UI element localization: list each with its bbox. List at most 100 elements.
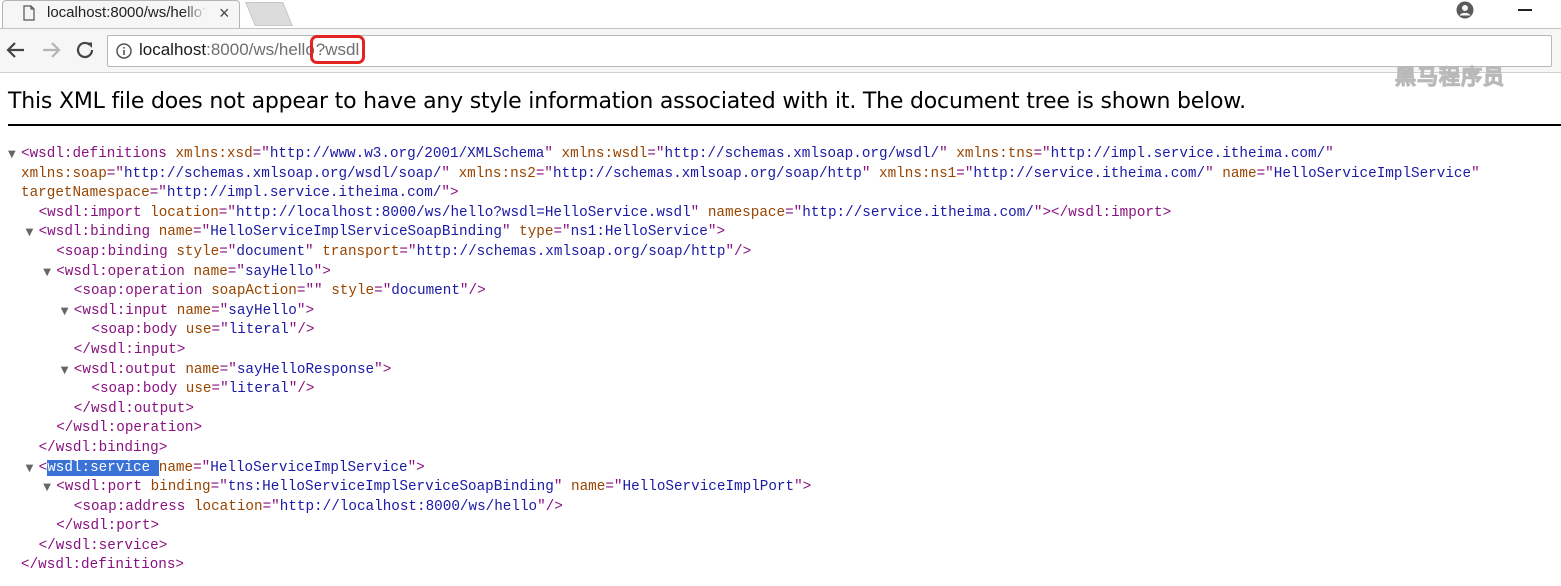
xml-token: <wsdl:operation — [56, 263, 185, 280]
xml-line: <soap:body use="literal"/> — [0, 380, 1561, 400]
xml-token: =" — [219, 243, 237, 260]
collapse-toggle-icon[interactable]: ▼ — [43, 478, 51, 498]
url-path: :8000/ws/hello — [206, 40, 315, 59]
xml-line-text: </wsdl:definitions> — [21, 556, 184, 576]
xml-token: =" — [605, 479, 623, 496]
xml-token: </wsdl:output> — [73, 400, 194, 417]
xml-token: " — [1471, 165, 1480, 182]
xml-token: name — [1213, 165, 1257, 182]
xml-token: name — [176, 361, 220, 378]
xml-line: ▼ <wsdl:port binding="tns:HelloServiceImp… — [0, 478, 1561, 498]
collapse-toggle-icon[interactable]: ▼ — [61, 302, 69, 322]
xml-token: xmlns:xsd — [166, 146, 253, 162]
xml-token: namespace — [699, 204, 786, 221]
xml-token: name — [158, 459, 194, 476]
xml-token: </wsdl:definitions> — [21, 557, 185, 574]
xml-line: <wsdl:import location="http://localhost:… — [0, 204, 1561, 224]
xml-token: =" — [956, 165, 974, 182]
xml-line-text: <soap:body use="literal"/> — [91, 380, 314, 400]
collapse-toggle-icon[interactable]: ▼ — [26, 459, 34, 479]
xml-line: <soap:binding style="document" transport… — [0, 243, 1561, 263]
xml-line-text: <wsdl:binding name="HelloServiceImplServ… — [39, 223, 725, 243]
xml-token: =" — [785, 204, 803, 221]
xml-line: ▼ <wsdl:binding name="HelloServiceImplSer… — [0, 223, 1561, 243]
collapse-toggle-icon[interactable]: ▼ — [43, 263, 51, 283]
xml-token: http://impl.service.itheima.com/ — [166, 185, 442, 202]
address-bar[interactable]: localhost:8000/ws/hello?wsdl — [107, 35, 1552, 67]
xml-token: "> — [441, 185, 459, 202]
xml-token: location — [141, 204, 219, 221]
xml-token: style — [167, 243, 220, 260]
xml-token: document — [391, 283, 460, 300]
forward-arrow-icon[interactable] — [40, 39, 62, 61]
xml-line: ▼ <wsdl:service name="HelloServiceImplSer… — [0, 459, 1561, 479]
collapse-toggle-icon[interactable]: ▼ — [8, 145, 16, 165]
xml-token: =" — [535, 165, 553, 182]
xml-line-text: </wsdl:binding> — [39, 439, 168, 459]
collapse-toggle-icon[interactable]: ▼ — [26, 223, 34, 243]
xml-line-text: <wsdl:output name="sayHelloResponse"> — [74, 361, 392, 381]
divider — [8, 124, 1561, 126]
xml-token: <soap:address — [73, 498, 186, 515]
xml-token: xmlns:wsdl — [552, 146, 648, 162]
xml-line: xmlns:soap="http://schemas.xmlsoap.org/w… — [0, 165, 1561, 185]
xml-token: <wsdl:port — [56, 479, 142, 496]
info-icon[interactable] — [116, 43, 132, 59]
xml-line: </wsdl:binding> — [0, 439, 1561, 459]
xml-token: "> — [296, 302, 315, 319]
minimize-icon[interactable] — [1518, 9, 1532, 11]
new-tab-icon[interactable] — [245, 2, 293, 26]
xml-token: xmlns:soap — [21, 165, 107, 182]
xml-token: "> — [794, 479, 812, 496]
xml-line-text: <soap:operation soapAction="" style="doc… — [74, 282, 486, 302]
xml-token: </wsdl:port> — [56, 518, 160, 535]
xml-token: =" — [193, 224, 211, 241]
xml-token: http://localhost:8000/ws/hello?wsdl=Hell… — [235, 204, 691, 221]
collapse-toggle-icon[interactable]: ▼ — [61, 361, 69, 381]
xml-token: http://schemas.xmlsoap.org/soap/http — [552, 165, 862, 182]
xml-line: </wsdl:operation> — [0, 419, 1561, 439]
xml-line-text: <wsdl:definitions xmlns:xsd="http://www.… — [21, 145, 1334, 165]
xml-token: " — [939, 146, 948, 162]
xml-token: ns1:HelloService — [570, 224, 708, 241]
xml-token: use — [177, 381, 212, 398]
xml-token: " — [690, 204, 700, 221]
back-arrow-icon[interactable] — [5, 39, 27, 61]
browser-tab[interactable]: localhost:8000/ws/hello?wsdl × — [2, 0, 240, 28]
xml-token: =" — [1256, 165, 1274, 182]
profile-icon[interactable] — [1456, 1, 1474, 19]
url-text[interactable]: localhost:8000/ws/hello?wsdl — [139, 35, 366, 64]
xml-token: xmlns:ns2 — [450, 165, 536, 182]
xml-token: =" — [553, 224, 571, 241]
xml-line: </wsdl:input> — [0, 341, 1561, 361]
xml-token: xmlns:tns — [947, 146, 1034, 162]
xml-token: literal — [228, 381, 289, 398]
xml-token: <soap:binding — [56, 243, 168, 260]
xml-token: "> — [313, 263, 331, 280]
url-host: localhost — [139, 40, 207, 59]
close-icon[interactable]: × — [219, 3, 230, 24]
xml-token: "/> — [725, 243, 752, 260]
xml-token: </wsdl:input> — [73, 341, 186, 358]
page-icon — [23, 5, 35, 21]
xml-line: ▼ <wsdl:input name="sayHello"> — [0, 302, 1561, 322]
xml-token: sayHelloResponse — [236, 361, 375, 378]
reload-icon[interactable] — [74, 39, 96, 61]
xml-line-text: <soap:address location="http://localhost… — [74, 498, 563, 518]
xml-token: =" — [211, 322, 229, 339]
xml-token: name — [168, 302, 212, 319]
xml-token: transport — [313, 243, 400, 260]
xml-line: </wsdl:definitions> — [0, 556, 1561, 576]
xml-token: document — [236, 243, 306, 260]
xml-line: <soap:operation soapAction="" style="doc… — [0, 282, 1561, 302]
xml-token: http://service.itheima.com/ — [973, 165, 1206, 182]
xml-token: =" — [219, 361, 237, 378]
xml-token: <wsdl:input — [73, 302, 169, 319]
xml-token: " — [305, 243, 314, 260]
xml-line-text: xmlns:soap="http://schemas.xmlsoap.org/w… — [21, 165, 1480, 185]
xml-token: http://service.itheima.com/ — [802, 204, 1034, 221]
xml-line-text: targetNamespace="http://impl.service.ith… — [21, 184, 459, 204]
xml-token: type — [510, 224, 554, 241]
xml-token: =" — [193, 459, 211, 476]
xml-token: <wsdl:output — [73, 361, 177, 378]
